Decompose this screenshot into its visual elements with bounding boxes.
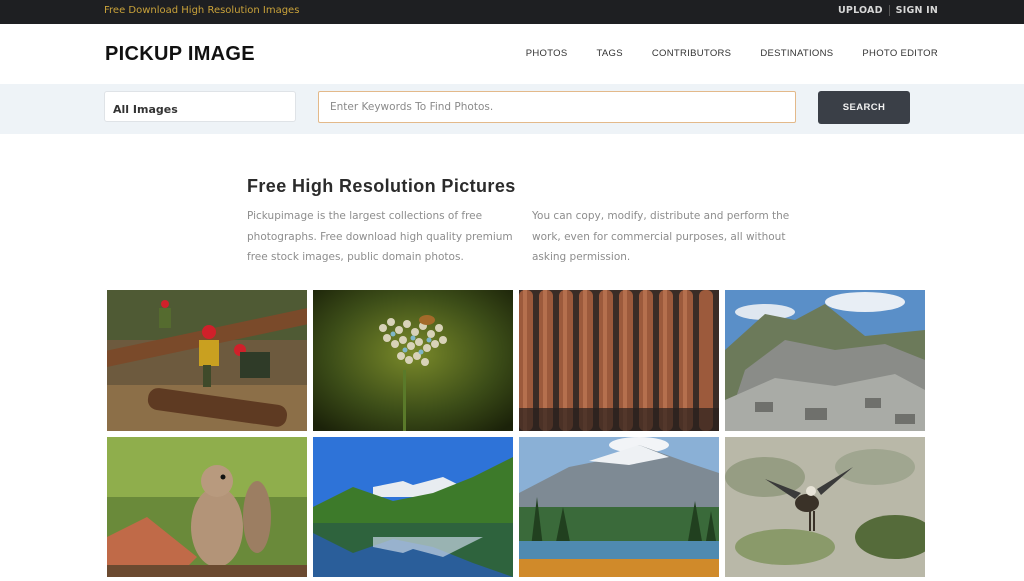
search-bar: All Images SEARCH — [0, 84, 1024, 134]
photo-squirrel[interactable] — [107, 437, 307, 577]
search-input[interactable] — [318, 91, 796, 123]
page-title: Free High Resolution Pictures — [247, 176, 516, 196]
main-nav: PHOTOS TAGS CONTRIBUTORS DESTINATIONS PH… — [497, 48, 938, 59]
photo-yarrow-flower[interactable] — [313, 290, 513, 431]
account-links: UPLOAD SIGN IN — [838, 5, 938, 16]
nav-tags[interactable]: TAGS — [597, 48, 623, 59]
photo-rocky-mountain[interactable] — [725, 290, 925, 431]
sign-in-link[interactable]: SIGN IN — [896, 5, 938, 16]
search-button[interactable]: SEARCH — [818, 91, 910, 124]
nav-contributors[interactable]: CONTRIBUTORS — [652, 48, 731, 59]
photo-bird-lilies[interactable] — [725, 437, 925, 577]
firefighters-image — [107, 290, 307, 431]
site-logo[interactable]: PICKUP IMAGE — [105, 43, 255, 66]
nav-photo-editor[interactable]: PHOTO EDITOR — [862, 48, 938, 59]
lake-reflection-image — [313, 437, 513, 577]
photo-ammunition[interactable] — [519, 290, 719, 431]
category-select[interactable]: All Images — [104, 91, 296, 122]
nav-destinations[interactable]: DESTINATIONS — [760, 48, 833, 59]
upload-link[interactable]: UPLOAD — [838, 5, 883, 16]
valley-lake-image — [519, 437, 719, 577]
squirrel-image — [107, 437, 307, 577]
intro-text-right: You can copy, modify, distribute and per… — [532, 210, 790, 263]
nav-photos[interactable]: PHOTOS — [526, 48, 568, 59]
bird-image — [725, 437, 925, 577]
divider — [888, 5, 890, 16]
mountain-rocks-image — [725, 290, 925, 431]
photo-firefighters-logs[interactable] — [107, 290, 307, 431]
tagline: Free Download High Resolution Images — [104, 5, 300, 16]
bullets-image — [519, 290, 719, 431]
top-bar: Free Download High Resolution Images UPL… — [0, 0, 1024, 24]
photo-mountain-lake[interactable] — [313, 437, 513, 577]
intro-text-left: Pickupimage is the largest collections o… — [247, 210, 513, 263]
photo-glacier-valley[interactable] — [519, 437, 719, 577]
flower-image — [313, 290, 513, 431]
site-header: PICKUP IMAGE PHOTOS TAGS CONTRIBUTORS DE… — [0, 24, 1024, 84]
